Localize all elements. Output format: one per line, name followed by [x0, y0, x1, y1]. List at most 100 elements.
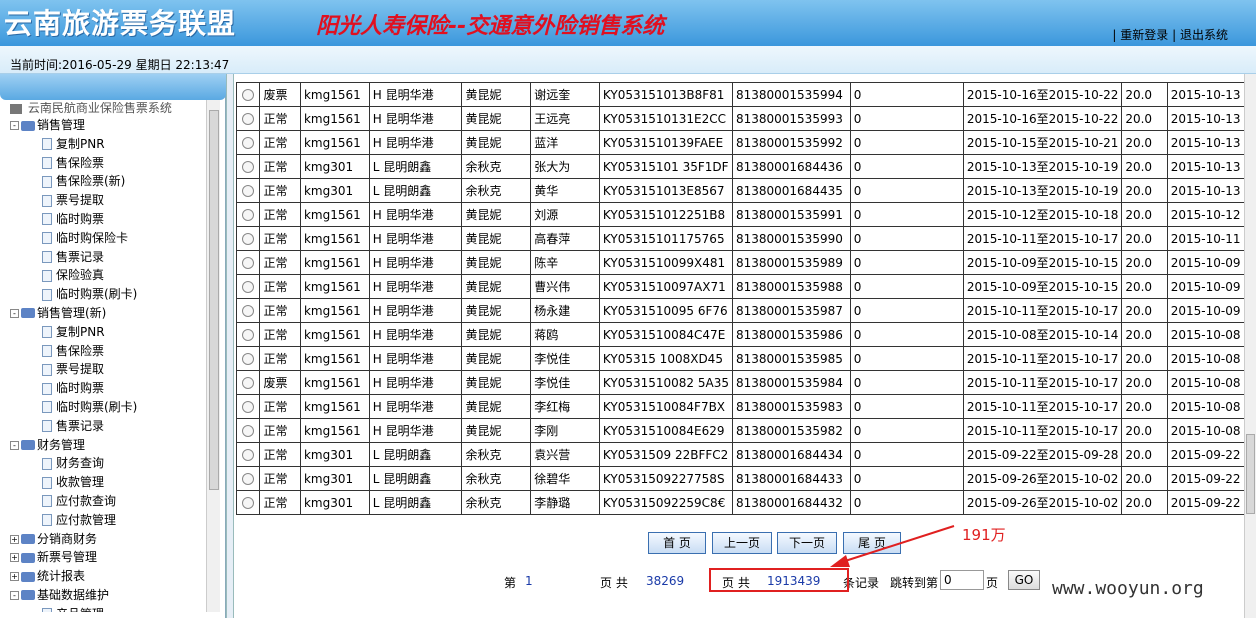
collapse-icon[interactable]: -: [10, 440, 19, 450]
collapse-icon[interactable]: -: [10, 308, 19, 318]
tree-label: 新票号管理: [37, 550, 98, 565]
row-radio[interactable]: [242, 209, 255, 221]
table-cell: 81380001535992: [731, 130, 851, 155]
tree-folder[interactable]: - 销售管理(新): [0, 304, 206, 323]
table-row: 正常 kmg1561 H 昆明华港 黄昆妮 陈辛 KY0531510099X481 8138…: [235, 250, 1256, 275]
tree-root[interactable]: 云南民航商业保险售票系统: [0, 102, 206, 116]
first-page-button[interactable]: 首 页: [648, 532, 706, 554]
tree-item[interactable]: 票号提取: [0, 191, 206, 210]
tree-item[interactable]: 复制PNR: [0, 323, 206, 342]
row-radio[interactable]: [242, 113, 255, 125]
row-radio[interactable]: [242, 257, 255, 269]
panel-splitter[interactable]: [226, 74, 234, 618]
row-radio[interactable]: [242, 497, 255, 509]
table-cell: 20.0: [1121, 370, 1168, 395]
row-radio[interactable]: [242, 377, 255, 389]
expand-icon[interactable]: +: [10, 553, 19, 563]
tree-folder[interactable]: - 财务管理: [0, 436, 206, 455]
logout-link[interactable]: 退出系统: [1180, 28, 1228, 42]
tree-item[interactable]: 应付款管理: [0, 511, 206, 530]
tree-folder[interactable]: + 分销商财务: [0, 530, 206, 549]
table-cell: L 昆明朗鑫: [368, 466, 463, 491]
table-cell: 王远亮: [530, 106, 600, 131]
table-cell: 李悦佳: [530, 346, 600, 371]
sidebar-scrollbar[interactable]: [206, 100, 220, 612]
table-cell: 正常: [259, 154, 301, 179]
page-icon: [42, 213, 52, 226]
table-cell: 20.0: [1121, 202, 1168, 227]
row-radio[interactable]: [242, 161, 255, 173]
main-scrollbar[interactable]: [1244, 74, 1256, 618]
table-cell: 81380001684436: [731, 154, 851, 179]
row-select-cell: [235, 394, 261, 419]
table-cell: 0: [849, 466, 964, 491]
tree-item[interactable]: 票号提取: [0, 360, 206, 379]
tree-label: 复制PNR: [56, 136, 105, 151]
table-cell: 2015-10-11 0: [1166, 226, 1256, 251]
tree-item[interactable]: 售票记录: [0, 417, 206, 436]
table-cell: 0: [849, 490, 964, 515]
table-cell: kmg1561: [299, 322, 370, 347]
table-cell: 李悦佳: [530, 370, 600, 395]
row-radio[interactable]: [242, 353, 255, 365]
tree-item[interactable]: 售保险票(新): [0, 172, 206, 191]
tree-folder[interactable]: + 统计报表: [0, 567, 206, 586]
table-cell: 20.0: [1121, 178, 1168, 203]
tree-folder[interactable]: + 新票号管理: [0, 548, 206, 567]
row-radio[interactable]: [242, 401, 255, 413]
table-cell: 2015-09-22 2: [1166, 442, 1256, 467]
tree-folder[interactable]: - 销售管理: [0, 116, 206, 135]
table-cell: 0: [849, 178, 964, 203]
tree-item[interactable]: 临时购票(刷卡): [0, 398, 206, 417]
row-radio[interactable]: [242, 329, 255, 341]
collapse-icon[interactable]: -: [10, 121, 19, 130]
prev-page-button[interactable]: 上一页: [712, 532, 772, 554]
table-cell: 2015-10-13至2015-10-19: [962, 154, 1123, 179]
row-radio[interactable]: [242, 305, 255, 317]
row-radio[interactable]: [242, 449, 255, 461]
tree-label: 应付款查询: [56, 493, 117, 508]
table-cell: 81380001535989: [731, 250, 851, 275]
table-cell: KY05315101 35F1DF: [598, 154, 733, 179]
table-cell: 20.0: [1121, 322, 1168, 347]
tree-item[interactable]: 保险验真: [0, 266, 206, 285]
table-cell: 余秋克: [461, 154, 532, 179]
scroll-thumb[interactable]: [1246, 434, 1255, 514]
page-icon: [42, 326, 52, 339]
row-radio[interactable]: [242, 425, 255, 437]
row-radio[interactable]: [242, 137, 255, 149]
tree-item[interactable]: 临时购票(刷卡): [0, 285, 206, 304]
jump-page-input[interactable]: [940, 570, 984, 590]
table-cell: 2015-09-26至2015-10-02: [962, 466, 1123, 491]
expand-icon[interactable]: +: [10, 572, 19, 582]
table-cell: 2015-10-09至2015-10-15: [962, 250, 1123, 275]
go-button[interactable]: GO: [1008, 570, 1040, 590]
row-radio[interactable]: [242, 89, 255, 101]
tree-item[interactable]: 临时购保险卡: [0, 229, 206, 248]
row-radio[interactable]: [242, 281, 255, 293]
table-row: 废票 kmg1561 H 昆明华港 黄昆妮 李悦佳 KY0531510082 5A35 81…: [235, 370, 1256, 395]
tree-item[interactable]: 售保险票: [0, 342, 206, 361]
tree-item[interactable]: 复制PNR: [0, 135, 206, 154]
relogin-link[interactable]: 重新登录: [1120, 28, 1168, 42]
expand-icon[interactable]: +: [10, 534, 19, 544]
tree-item[interactable]: 售票记录: [0, 248, 206, 267]
table-cell: 废票: [259, 82, 301, 107]
tree-item[interactable]: 临时购票: [0, 379, 206, 398]
page-icon: [42, 232, 52, 245]
tree-item[interactable]: 财务查询: [0, 454, 206, 473]
tree-item[interactable]: 临时购票: [0, 210, 206, 229]
tree-root-label: 云南民航商业保险售票系统: [27, 102, 172, 115]
table-cell: 20.0: [1121, 346, 1168, 371]
row-radio[interactable]: [242, 185, 255, 197]
tree-item[interactable]: 应付款查询: [0, 492, 206, 511]
tree-item[interactable]: 收款管理: [0, 473, 206, 492]
row-radio[interactable]: [242, 233, 255, 245]
tree-item[interactable]: 产品管理: [0, 605, 206, 612]
row-select-cell: [235, 490, 261, 515]
tree-folder[interactable]: - 基础数据维护: [0, 586, 206, 605]
tree-item[interactable]: 售保险票: [0, 154, 206, 173]
scroll-thumb[interactable]: [209, 110, 219, 490]
collapse-icon[interactable]: -: [10, 590, 19, 600]
row-radio[interactable]: [242, 473, 255, 485]
